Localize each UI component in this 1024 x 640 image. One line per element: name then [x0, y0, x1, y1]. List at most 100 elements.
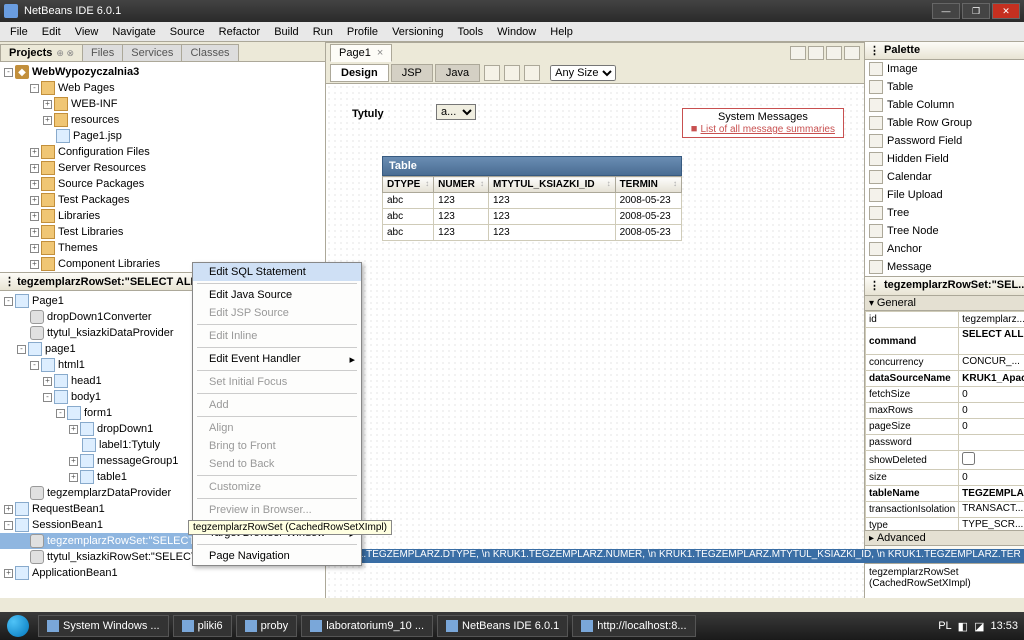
tree-node[interactable]: +WEB-INF: [0, 96, 325, 112]
property-row[interactable]: tableNameTEGZEMPLARZ: [866, 486, 1024, 502]
property-row[interactable]: size0: [866, 470, 1024, 486]
tree-node[interactable]: +Configuration Files: [0, 144, 325, 160]
tree-node[interactable]: -Web Pages: [0, 80, 325, 96]
palette-item[interactable]: Hidden Field: [865, 150, 1024, 168]
menu-navigate[interactable]: Navigate: [106, 24, 161, 40]
property-row[interactable]: password▾: [866, 435, 1024, 451]
context-menu-item[interactable]: Edit Event Handler▸: [193, 350, 361, 368]
palette-item[interactable]: Table Row Group: [865, 114, 1024, 132]
close-button[interactable]: ✕: [992, 3, 1020, 19]
props-group-advanced[interactable]: ▸ Advanced: [865, 530, 1024, 545]
tree-root[interactable]: -◆WebWypozyczalnia3: [0, 64, 325, 80]
palette-item[interactable]: Table: [865, 78, 1024, 96]
tray-icon[interactable]: ◪: [974, 620, 984, 633]
props-group-general[interactable]: ▾ General: [865, 296, 1024, 311]
palette-item[interactable]: Message: [865, 258, 1024, 276]
tab-projects[interactable]: Projects⊕ ⊗: [0, 44, 83, 61]
msg-summary-link[interactable]: List of all message summaries: [701, 124, 836, 135]
tree-node[interactable]: +Test Packages: [0, 192, 325, 208]
property-row[interactable]: idtegzemplarz...: [866, 312, 1024, 328]
taskbar-button[interactable]: laboratorium9_10 ...: [301, 615, 433, 637]
menu-build[interactable]: Build: [268, 24, 304, 40]
taskbar-button[interactable]: pliki6: [173, 615, 232, 637]
taskbar-button[interactable]: http://localhost:8...: [572, 615, 695, 637]
tray-lang[interactable]: PL: [938, 620, 951, 632]
taskbar-button[interactable]: System Windows ...: [38, 615, 169, 637]
tab-services[interactable]: Services: [122, 44, 182, 61]
nav-drop-icon[interactable]: [826, 46, 842, 60]
mode-java[interactable]: Java: [435, 64, 480, 82]
tree-node[interactable]: +Server Resources: [0, 160, 325, 176]
menu-run[interactable]: Run: [307, 24, 339, 40]
menu-help[interactable]: Help: [544, 24, 579, 40]
context-menu-item: Set Initial Focus: [193, 373, 361, 391]
palette-item[interactable]: Anchor: [865, 240, 1024, 258]
preview-icon[interactable]: [524, 65, 540, 81]
col-header[interactable]: MTYTUL_KSIAZKI_ID↕: [488, 177, 615, 193]
tree-node[interactable]: +Test Libraries: [0, 224, 325, 240]
tree-node[interactable]: +Themes: [0, 240, 325, 256]
tab-files[interactable]: Files: [82, 44, 123, 61]
property-row[interactable]: maxRows0: [866, 403, 1024, 419]
context-menu-item[interactable]: Page Navigation: [193, 547, 361, 565]
property-row[interactable]: transactionIsolationTRANSACT...▾: [866, 502, 1024, 518]
context-menu-item[interactable]: Edit Java Source: [193, 286, 361, 304]
tray-icon[interactable]: ◧: [958, 620, 968, 633]
tree-node[interactable]: +Source Packages: [0, 176, 325, 192]
nav-fwd-icon[interactable]: [808, 46, 824, 60]
maximize-button[interactable]: ❐: [962, 3, 990, 19]
palette-item[interactable]: Tree Node: [865, 222, 1024, 240]
minimize-button[interactable]: —: [932, 3, 960, 19]
tree-node[interactable]: +resources: [0, 112, 325, 128]
size-select[interactable]: Any Size: [550, 65, 616, 81]
context-menu-item[interactable]: Edit SQL Statement: [193, 263, 361, 281]
menu-refactor[interactable]: Refactor: [213, 24, 267, 40]
col-header[interactable]: DTYPE↕: [383, 177, 434, 193]
taskbar-button[interactable]: proby: [236, 615, 298, 637]
menu-window[interactable]: Window: [491, 24, 542, 40]
tree-node[interactable]: +ApplicationBean1: [0, 565, 325, 581]
start-button[interactable]: [0, 612, 36, 640]
projects-tree[interactable]: -◆WebWypozyczalnia3-Web Pages+WEB-INF+re…: [0, 62, 325, 272]
palette-list[interactable]: ImageTableTable ColumnTable Row GroupPas…: [865, 60, 1024, 276]
taskbar-button[interactable]: NetBeans IDE 6.0.1: [437, 615, 568, 637]
palette-item[interactable]: Table Column: [865, 96, 1024, 114]
refresh-icon[interactable]: [484, 65, 500, 81]
browser-icon[interactable]: [504, 65, 520, 81]
dropdown-tytuly[interactable]: a...: [436, 104, 476, 120]
property-row[interactable]: dataSourceNameKRUK1_Apach...: [866, 371, 1024, 387]
nav-back-icon[interactable]: [790, 46, 806, 60]
mode-jsp[interactable]: JSP: [391, 64, 433, 82]
menu-file[interactable]: File: [4, 24, 34, 40]
menu-view[interactable]: View: [69, 24, 105, 40]
data-table[interactable]: Table DTYPE↕NUMER↕MTYTUL_KSIAZKI_ID↕TERM…: [382, 156, 682, 241]
mode-design[interactable]: Design: [330, 64, 389, 82]
tree-node[interactable]: Page1.jsp: [0, 128, 325, 144]
col-header[interactable]: TERMIN↕: [615, 177, 681, 193]
property-row[interactable]: commandSELECT ALL...▾: [866, 328, 1024, 355]
close-tab-icon[interactable]: ×: [377, 47, 383, 59]
tab-classes[interactable]: Classes: [181, 44, 238, 61]
palette-item[interactable]: Image: [865, 60, 1024, 78]
tree-node[interactable]: +Libraries: [0, 208, 325, 224]
menu-versioning[interactable]: Versioning: [386, 24, 449, 40]
menu-tools[interactable]: Tools: [451, 24, 489, 40]
design-canvas[interactable]: Tytuly a... System Messages ■ List of al…: [326, 84, 864, 598]
editor-tab-page1[interactable]: Page1×: [330, 44, 392, 62]
system-tray[interactable]: PL ◧ ◪ 13:53: [932, 620, 1024, 633]
palette-item[interactable]: Tree: [865, 204, 1024, 222]
property-row[interactable]: showDeleted: [866, 451, 1024, 470]
menu-profile[interactable]: Profile: [341, 24, 384, 40]
palette-item[interactable]: Password Field: [865, 132, 1024, 150]
menu-source[interactable]: Source: [164, 24, 211, 40]
system-messages-box: System Messages ■ List of all message su…: [682, 108, 844, 138]
palette-item[interactable]: Calendar: [865, 168, 1024, 186]
menu-edit[interactable]: Edit: [36, 24, 67, 40]
property-row[interactable]: typeTYPE_SCR...▾: [866, 518, 1024, 531]
property-row[interactable]: pageSize0: [866, 419, 1024, 435]
property-row[interactable]: concurrencyCONCUR_...▾: [866, 355, 1024, 371]
nav-max-icon[interactable]: [844, 46, 860, 60]
property-row[interactable]: fetchSize0: [866, 387, 1024, 403]
col-header[interactable]: NUMER↕: [434, 177, 489, 193]
palette-item[interactable]: File Upload: [865, 186, 1024, 204]
